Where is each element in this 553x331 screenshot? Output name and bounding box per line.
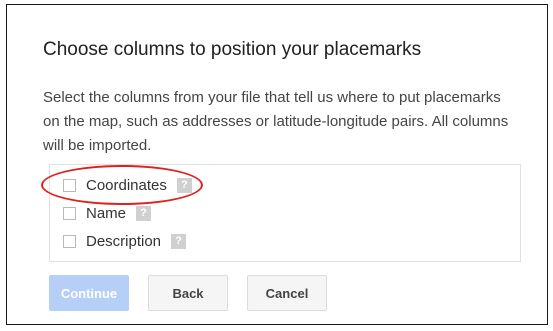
help-icon[interactable]: ? — [136, 205, 152, 221]
cancel-button[interactable]: Cancel — [247, 275, 327, 311]
coordinates-label[interactable]: Coordinates — [86, 177, 167, 194]
help-icon[interactable]: ? — [171, 233, 187, 249]
option-row-coordinates[interactable]: Coordinates ? — [63, 174, 192, 196]
help-icon[interactable]: ? — [176, 177, 192, 193]
name-label[interactable]: Name — [86, 205, 126, 222]
dialog-description: Select the columns from your file that t… — [43, 89, 509, 154]
coordinates-checkbox[interactable] — [63, 178, 76, 192]
column-options-list: Coordinates ? Name ? Description ? — [49, 164, 521, 262]
dialog-title: Choose columns to position your placemar… — [43, 39, 422, 60]
description-label[interactable]: Description — [86, 233, 161, 250]
back-button[interactable]: Back — [148, 275, 228, 311]
name-checkbox[interactable] — [63, 206, 76, 220]
continue-button[interactable]: Continue — [49, 275, 129, 311]
option-row-name[interactable]: Name ? — [63, 202, 152, 224]
option-row-description[interactable]: Description ? — [63, 230, 187, 252]
description-checkbox[interactable] — [63, 234, 76, 248]
